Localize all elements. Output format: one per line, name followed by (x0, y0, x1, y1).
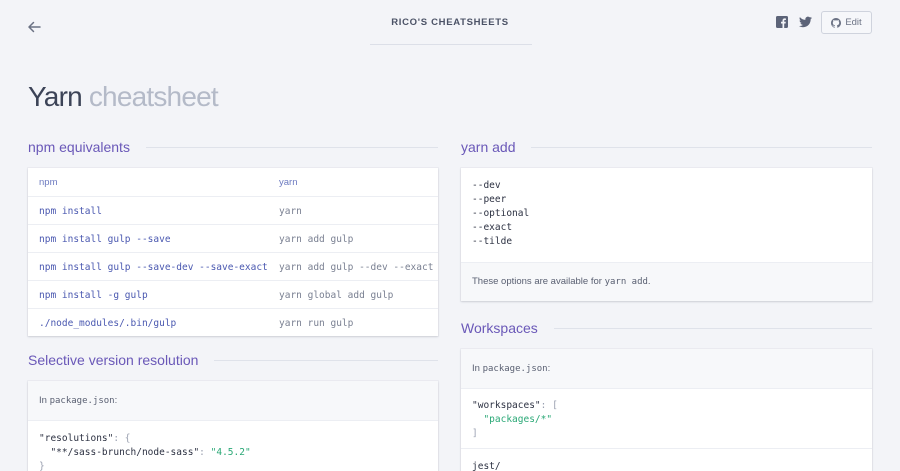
page-title-sub: cheatsheet (88, 81, 219, 112)
option-line: --dev (472, 180, 501, 191)
npm-command: npm install gulp --save-dev --save-exact (39, 262, 268, 273)
code-line: } (39, 461, 45, 471)
edit-label: Edit (845, 17, 862, 28)
section-rule (531, 146, 872, 148)
table-row: npm install yarn (28, 196, 438, 224)
divider (461, 448, 872, 449)
npm-command: npm install -g gulp (39, 290, 148, 301)
option-line: --peer (472, 194, 507, 205)
inline-code: yarn add (604, 277, 648, 287)
code-line: ] (472, 428, 478, 439)
selective-resolution-card: In package.json: "resolutions": { "**/sa… (28, 381, 438, 471)
section-npm-equivalents: npm equivalents (28, 138, 438, 156)
page-title: Yarn cheatsheet (28, 80, 219, 114)
section-heading[interactable]: Selective version resolution (28, 352, 198, 368)
yarn-command: yarn add gulp (279, 234, 354, 245)
code-line: "resolutions": { (39, 433, 131, 444)
note-text: These options are available for yarn add… (472, 276, 651, 287)
table-row: npm install -g gulp yarn global add gulp (28, 280, 438, 308)
code-line: jest/ (472, 461, 501, 471)
table-row: npm install gulp --save yarn add gulp (28, 224, 438, 252)
site-title[interactable]: RICO'S CHEATSHEETS (0, 17, 900, 28)
option-line: --optional (472, 208, 530, 219)
npm-equivalents-table: npm yarn npm install yarn npm install gu… (28, 168, 438, 336)
card-intro: In package.json: (28, 381, 438, 421)
yarn-command: yarn add gulp --dev --exact (279, 262, 434, 273)
section-heading[interactable]: npm equivalents (28, 139, 130, 155)
npm-command: ./node_modules/.bin/gulp (39, 318, 177, 329)
page-title-main: Yarn (28, 81, 83, 112)
card-intro: In package.json: (461, 349, 872, 389)
workspaces-card: In package.json: "workspaces": [ "packag… (461, 349, 872, 471)
code-line: "workspaces": [ (472, 400, 558, 411)
section-yarn-add: yarn add (461, 138, 872, 156)
github-icon (831, 17, 842, 28)
table-row: npm install gulp --save-dev --save-exact… (28, 252, 438, 280)
card-note: These options are available for yarn add… (461, 262, 872, 301)
yarn-add-card: --dev --peer --optional --exact --tilde … (461, 168, 872, 301)
code-line: "packages/*" (483, 414, 553, 425)
filename-code: package.json (482, 364, 548, 374)
top-bar: RICO'S CHEATSHEETS Edit (0, 0, 900, 48)
yarn-command: yarn run gulp (279, 318, 354, 329)
section-rule (553, 327, 872, 329)
title-divider (370, 44, 532, 45)
facebook-icon[interactable] (776, 16, 788, 28)
column-header-yarn: yarn (279, 177, 298, 188)
table-row: ./node_modules/.bin/gulp yarn run gulp (28, 308, 438, 336)
edit-button[interactable]: Edit (821, 11, 872, 34)
section-rule (145, 146, 438, 148)
section-heading[interactable]: yarn add (461, 139, 515, 155)
section-workspaces: Workspaces (461, 319, 872, 337)
intro-text: In package.json: (472, 363, 551, 374)
yarn-command: yarn (279, 206, 302, 217)
npm-command: npm install (39, 206, 102, 217)
section-heading[interactable]: Workspaces (461, 320, 538, 336)
filename-code: package.json (49, 396, 115, 406)
section-rule (214, 359, 438, 361)
npm-command: npm install gulp --save (39, 234, 171, 245)
section-selective-version-resolution: Selective version resolution (28, 351, 438, 369)
column-header-npm: npm (39, 177, 58, 188)
option-line: --exact (472, 222, 513, 233)
code-line: "**/sass-brunch/node-sass": "4.5.2" (50, 447, 251, 458)
intro-text: In package.json: (39, 395, 118, 406)
table-header-row: npm yarn (28, 168, 438, 196)
option-line: --tilde (472, 236, 513, 247)
twitter-icon[interactable] (799, 16, 812, 28)
yarn-command: yarn global add gulp (279, 290, 394, 301)
